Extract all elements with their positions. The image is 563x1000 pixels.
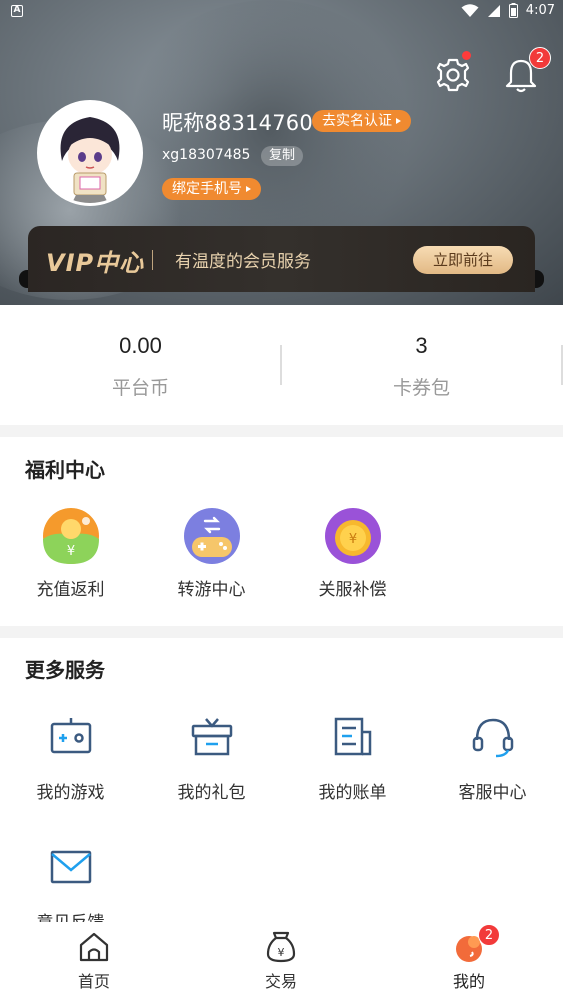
money-bag-icon: ¥ <box>264 930 298 964</box>
service-customer-center[interactable]: 客服中心 <box>422 714 563 803</box>
bottom-navigation: 首页 ¥ 交易 2 我的 <box>0 922 563 1000</box>
welfare-item-server-compensation[interactable]: ¥ 关服补偿 <box>282 507 423 600</box>
profile-header: A 4:07 2 昵称88314760 去实名认证 xg18307485 复制 … <box>0 0 563 305</box>
service-feedback[interactable]: 意见反馈 <box>0 844 141 933</box>
realname-verify-button[interactable]: 去实名认证 <box>312 110 411 132</box>
settings-red-dot <box>462 51 471 60</box>
nav-mine-badge: 2 <box>478 924 500 946</box>
gamepad-icon <box>48 714 94 760</box>
bind-phone-label: 绑定手机号 <box>172 181 242 197</box>
battery-icon <box>508 3 518 18</box>
nav-label: 首页 <box>77 972 110 991</box>
home-icon <box>77 930 111 964</box>
gear-icon <box>436 58 470 92</box>
bind-phone-button[interactable]: 绑定手机号 <box>162 178 261 200</box>
stat-label: 卡券包 <box>392 377 450 399</box>
stat-label: 平台币 <box>111 377 169 399</box>
welfare-item-label: 转游中心 <box>177 580 246 600</box>
triangle-right-icon <box>246 186 251 192</box>
vip-divider <box>152 250 153 270</box>
service-my-games[interactable]: 我的游戏 <box>0 714 141 803</box>
signal-icon <box>487 4 500 17</box>
vip-center-banner[interactable]: VIP中心 有温度的会员服务 立即前往 <box>28 226 535 292</box>
service-label: 我的账单 <box>318 783 387 803</box>
headset-icon <box>470 714 516 760</box>
notifications-button[interactable]: 2 <box>501 47 551 95</box>
service-label: 我的游戏 <box>36 783 105 803</box>
service-label: 我的礼包 <box>177 783 246 803</box>
stat-divider <box>561 345 563 385</box>
section-divider <box>0 425 563 437</box>
bill-icon <box>330 714 376 760</box>
app-indicator-icon: A <box>11 5 23 17</box>
status-bar: A 4:07 <box>0 0 563 24</box>
username: xg18307485 <box>162 147 251 163</box>
svg-text:¥: ¥ <box>278 946 285 959</box>
service-my-gifts[interactable]: 我的礼包 <box>141 714 282 803</box>
welfare-section-title: 福利中心 <box>25 458 105 482</box>
stats-row: 0.00 平台币 3 卡券包 <box>0 305 563 425</box>
avatar-character-image <box>40 103 140 203</box>
service-my-bills[interactable]: 我的账单 <box>282 714 423 803</box>
stat-value: 3 <box>415 333 428 358</box>
mail-icon <box>48 844 94 890</box>
realname-verify-label: 去实名认证 <box>322 113 392 129</box>
svg-text:¥: ¥ <box>348 532 356 547</box>
nav-label: 交易 <box>264 972 297 991</box>
welfare-item-recharge-rebate[interactable]: ¥ 充值返利 <box>0 507 141 600</box>
svg-text:¥: ¥ <box>66 544 74 559</box>
nav-label: 我的 <box>452 972 485 991</box>
vip-description: 有温度的会员服务 <box>175 252 311 272</box>
profile-icon: 2 <box>452 924 500 964</box>
wifi-icon <box>461 3 479 17</box>
notification-badge: 2 <box>529 47 551 69</box>
vip-title: VIP中心 <box>46 249 145 277</box>
game-transfer-icon <box>183 507 241 565</box>
stat-value: 0.00 <box>119 333 162 358</box>
stat-coupon-pack[interactable]: 3 卡券包 <box>281 305 562 400</box>
nav-mine[interactable]: 2 我的 <box>375 924 563 992</box>
vip-go-button[interactable]: 立即前往 <box>413 246 513 274</box>
services-section-title: 更多服务 <box>25 658 105 682</box>
nav-home[interactable]: 首页 <box>0 930 188 992</box>
welfare-item-game-transfer[interactable]: 转游中心 <box>141 507 282 600</box>
settings-button[interactable] <box>433 51 473 95</box>
service-label: 客服中心 <box>458 783 527 803</box>
nickname: 昵称88314760 <box>162 111 313 135</box>
welfare-item-label: 充值返利 <box>36 580 105 600</box>
stat-platform-coin[interactable]: 0.00 平台币 <box>0 305 281 400</box>
server-compensation-icon: ¥ <box>324 507 382 565</box>
avatar[interactable] <box>37 100 143 206</box>
gift-icon <box>189 714 235 760</box>
copy-button[interactable]: 复制 <box>261 146 304 166</box>
clock: 4:07 <box>525 3 555 18</box>
triangle-right-icon <box>396 118 401 124</box>
welfare-item-label: 关服补偿 <box>318 580 387 600</box>
section-divider <box>0 626 563 638</box>
nav-trade[interactable]: ¥ 交易 <box>187 930 375 992</box>
recharge-rebate-icon: ¥ <box>42 507 100 565</box>
